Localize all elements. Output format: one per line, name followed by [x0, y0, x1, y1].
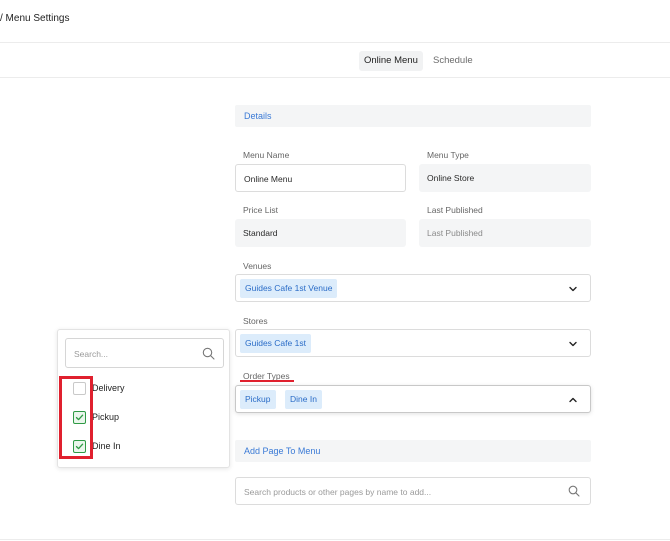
add-page-search[interactable]: [235, 477, 591, 505]
menu-name-field[interactable]: Online Menu: [235, 164, 406, 192]
tab-online-menu[interactable]: Online Menu: [359, 51, 423, 71]
order-type-chip-pickup[interactable]: Pickup: [240, 390, 276, 409]
option-label: Pickup: [92, 412, 120, 422]
tab-schedule[interactable]: Schedule: [428, 51, 478, 71]
dropdown-option-pickup[interactable]: Pickup: [72, 410, 222, 426]
price-list-label: Price List: [243, 205, 278, 215]
venue-chip[interactable]: Guides Cafe 1st Venue: [240, 279, 338, 298]
option-label: Dine In: [92, 441, 121, 451]
chevron-down-icon[interactable]: [568, 339, 578, 349]
venues-label: Venues: [243, 261, 272, 271]
stores-label: Stores: [243, 316, 268, 326]
menu-type-label: Menu Type: [427, 150, 469, 160]
page-title: / Menu Settings: [0, 13, 70, 24]
annotation-underline: [240, 380, 294, 382]
menu-type-field: Online Store: [419, 164, 591, 192]
price-list-field: Standard: [235, 219, 406, 247]
add-page-search-input[interactable]: [244, 484, 544, 500]
chevron-down-icon[interactable]: [568, 284, 578, 294]
search-icon[interactable]: [202, 347, 215, 360]
store-chip[interactable]: Guides Cafe 1st: [240, 334, 311, 353]
order-type-chip-dine-in[interactable]: Dine In: [285, 390, 322, 409]
details-section-title: Details: [244, 111, 272, 121]
dropdown-search-input[interactable]: [74, 347, 194, 361]
order-types-select[interactable]: Pickup Dine In: [235, 385, 591, 413]
tab-bar: Online Menu Schedule: [0, 43, 670, 78]
footer-divider: [0, 539, 670, 540]
last-published-field: Last Published: [419, 219, 591, 247]
chevron-up-icon[interactable]: [568, 395, 578, 405]
add-page-section-header: Add Page To Menu: [235, 440, 591, 462]
stores-select[interactable]: Guides Cafe 1st: [235, 329, 591, 357]
annotation-highlight-box: [59, 376, 93, 459]
dropdown-option-dine-in[interactable]: Dine In: [72, 439, 222, 455]
add-page-section-title: Add Page To Menu: [244, 446, 321, 456]
last-published-label: Last Published: [427, 205, 483, 215]
menu-name-label: Menu Name: [243, 150, 290, 160]
search-icon[interactable]: [568, 485, 580, 497]
venues-select[interactable]: Guides Cafe 1st Venue: [235, 274, 591, 302]
dropdown-search[interactable]: [65, 338, 224, 368]
option-label: Delivery: [92, 383, 125, 393]
dropdown-option-delivery[interactable]: Delivery: [72, 381, 222, 397]
top-bar: / Menu Settings: [0, 0, 670, 43]
details-section-header: Details: [235, 105, 591, 127]
